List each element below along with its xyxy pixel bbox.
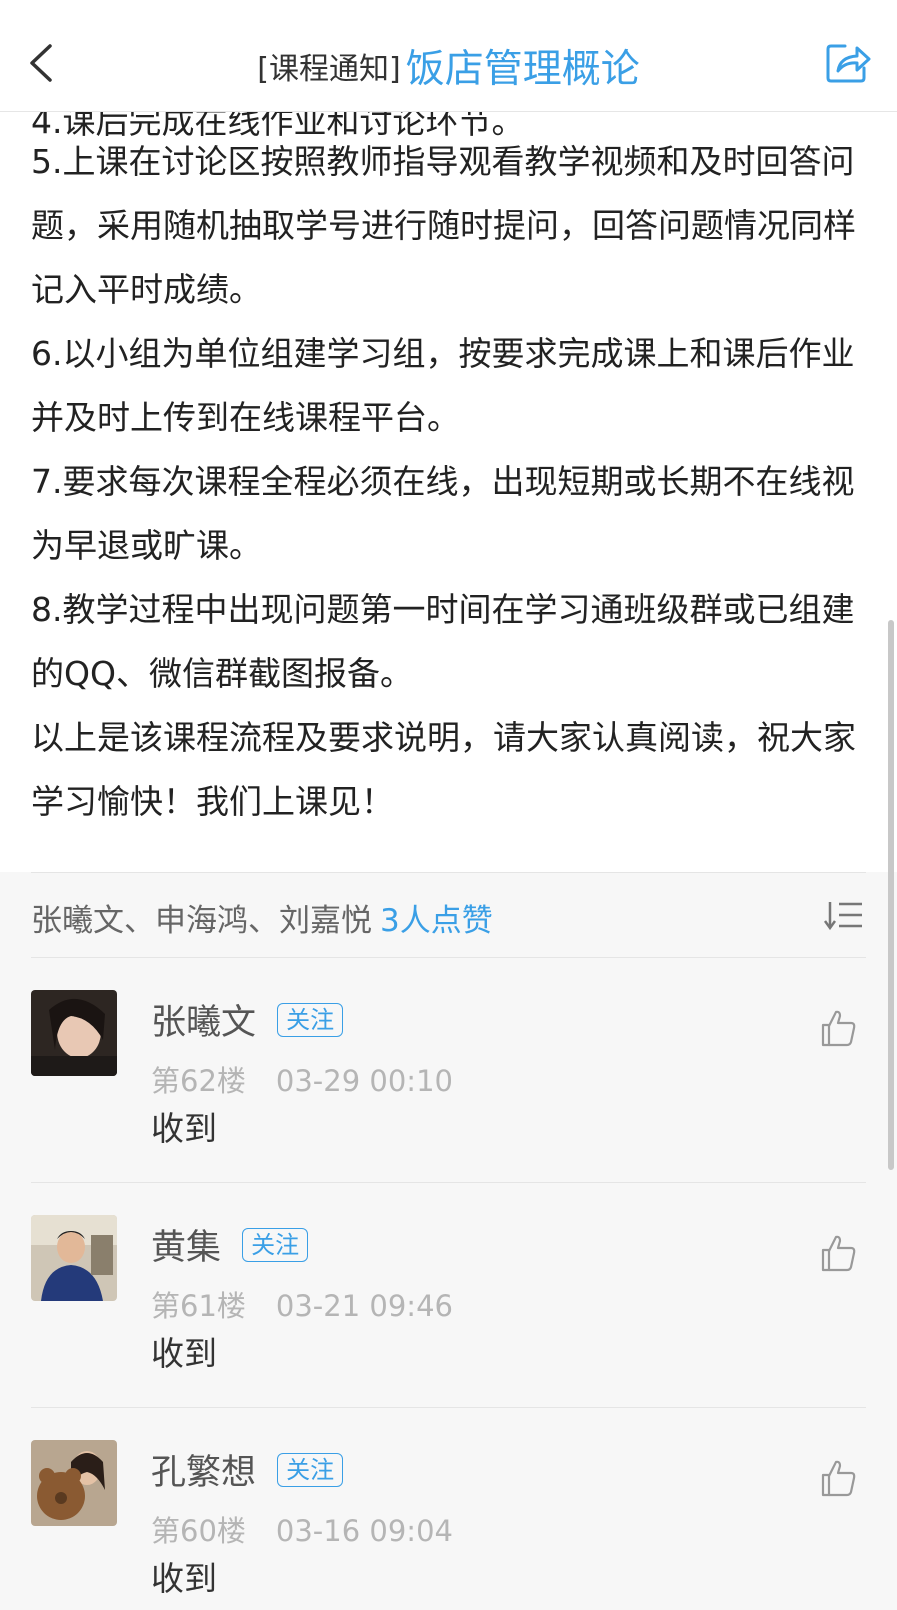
likes-summary: 张曦文、申海鸿、刘嘉悦 3人点赞 xyxy=(31,895,493,940)
avatar[interactable] xyxy=(31,1440,117,1526)
notice-paragraph: 以上是该课程流程及要求说明，请大家认真阅读，祝大家学习愉快！我们上课见！ xyxy=(31,718,856,821)
comment-text: 收到 xyxy=(151,1109,217,1148)
comment-header: 黄集 关注 xyxy=(151,1219,309,1270)
avatar[interactable] xyxy=(31,1215,117,1301)
commenter-name[interactable]: 孔繁想 xyxy=(151,1453,256,1493)
course-title: 饭店管理概论 xyxy=(405,47,640,92)
comment-meta: 第62楼 03-29 00:10 xyxy=(151,1058,453,1100)
page-title: [课程通知] 饭店管理概论 xyxy=(0,38,897,94)
comment-time: 03-21 09:46 xyxy=(275,1289,453,1323)
likers-names: 张曦文、申海鸿、刘嘉悦 xyxy=(31,903,372,939)
like-button[interactable] xyxy=(820,1233,856,1273)
thumbs-up-icon xyxy=(821,1010,856,1047)
top-nav-bar: [课程通知] 饭店管理概论 xyxy=(0,0,897,112)
commenter-name[interactable]: 张曦文 xyxy=(151,1003,256,1043)
share-button[interactable] xyxy=(825,40,871,84)
commenter-name[interactable]: 黄集 xyxy=(151,1228,221,1268)
comment-header: 孔繁想 关注 xyxy=(151,1444,344,1495)
comment-text: 收到 xyxy=(151,1334,217,1373)
avatar-image xyxy=(31,1440,117,1526)
comment-meta: 第60楼 03-16 09:04 xyxy=(151,1508,453,1550)
avatar-image xyxy=(31,990,117,1076)
sort-icon xyxy=(823,902,862,931)
share-icon xyxy=(826,44,871,83)
floor-number: 第61楼 xyxy=(151,1289,246,1323)
avatar-image xyxy=(31,1215,117,1301)
notice-content: 4.课后完成在线作业和讨论环节。 5.上课在讨论区按照教师指导观看教学视频和及时… xyxy=(0,112,897,872)
floor-number: 第60楼 xyxy=(151,1514,246,1548)
follow-button[interactable]: 关注 xyxy=(242,1227,309,1262)
comment-time: 03-29 00:10 xyxy=(275,1064,453,1098)
notice-paragraph: 6.以小组为单位组建学习组，按要求完成课上和课后作业并及时上传到在线课程平台。 xyxy=(31,334,855,437)
sort-button[interactable] xyxy=(822,899,864,933)
likes-count[interactable]: 3人点赞 xyxy=(380,903,493,939)
follow-button[interactable]: 关注 xyxy=(277,1002,344,1037)
comment-item[interactable]: 张曦文 关注 第62楼 03-29 00:10 收到 xyxy=(31,958,866,1183)
avatar[interactable] xyxy=(31,990,117,1076)
comments-section: 张曦文、申海鸿、刘嘉悦 3人点赞 张曦文 关注 第62楼 03-29 00:10… xyxy=(0,872,897,1610)
notice-paragraph: 7.要求每次课程全程必须在线，出现短期或长期不在线视为早退或旷课。 xyxy=(31,462,855,565)
notice-paragraph: 5.上课在讨论区按照教师指导观看教学视频和及时回答问题，采用随机抽取学号进行随时… xyxy=(31,142,856,309)
follow-button[interactable]: 关注 xyxy=(277,1452,344,1487)
notice-body: 5.上课在讨论区按照教师指导观看教学视频和及时回答问题，采用随机抽取学号进行随时… xyxy=(31,130,871,834)
like-button[interactable] xyxy=(820,1458,856,1498)
comment-time: 03-16 09:04 xyxy=(275,1514,453,1548)
thumbs-up-icon xyxy=(821,1460,856,1497)
comment-text: 收到 xyxy=(151,1559,217,1598)
scrollbar[interactable] xyxy=(888,620,894,1170)
like-button[interactable] xyxy=(820,1008,856,1048)
comment-header: 张曦文 关注 xyxy=(151,994,344,1045)
comment-item[interactable]: 黄集 关注 第61楼 03-21 09:46 收到 xyxy=(31,1183,866,1408)
notice-paragraph: 8.教学过程中出现问题第一时间在学习通班级群或已组建的QQ、微信群截图报备。 xyxy=(31,590,855,693)
title-prefix: [课程通知] xyxy=(257,52,401,87)
likes-bar[interactable]: 张曦文、申海鸿、刘嘉悦 3人点赞 xyxy=(31,872,866,958)
floor-number: 第62楼 xyxy=(151,1064,246,1098)
comment-meta: 第61楼 03-21 09:46 xyxy=(151,1283,453,1325)
thumbs-up-icon xyxy=(821,1235,856,1272)
comment-item[interactable]: 孔繁想 关注 第60楼 03-16 09:04 收到 xyxy=(31,1408,866,1610)
